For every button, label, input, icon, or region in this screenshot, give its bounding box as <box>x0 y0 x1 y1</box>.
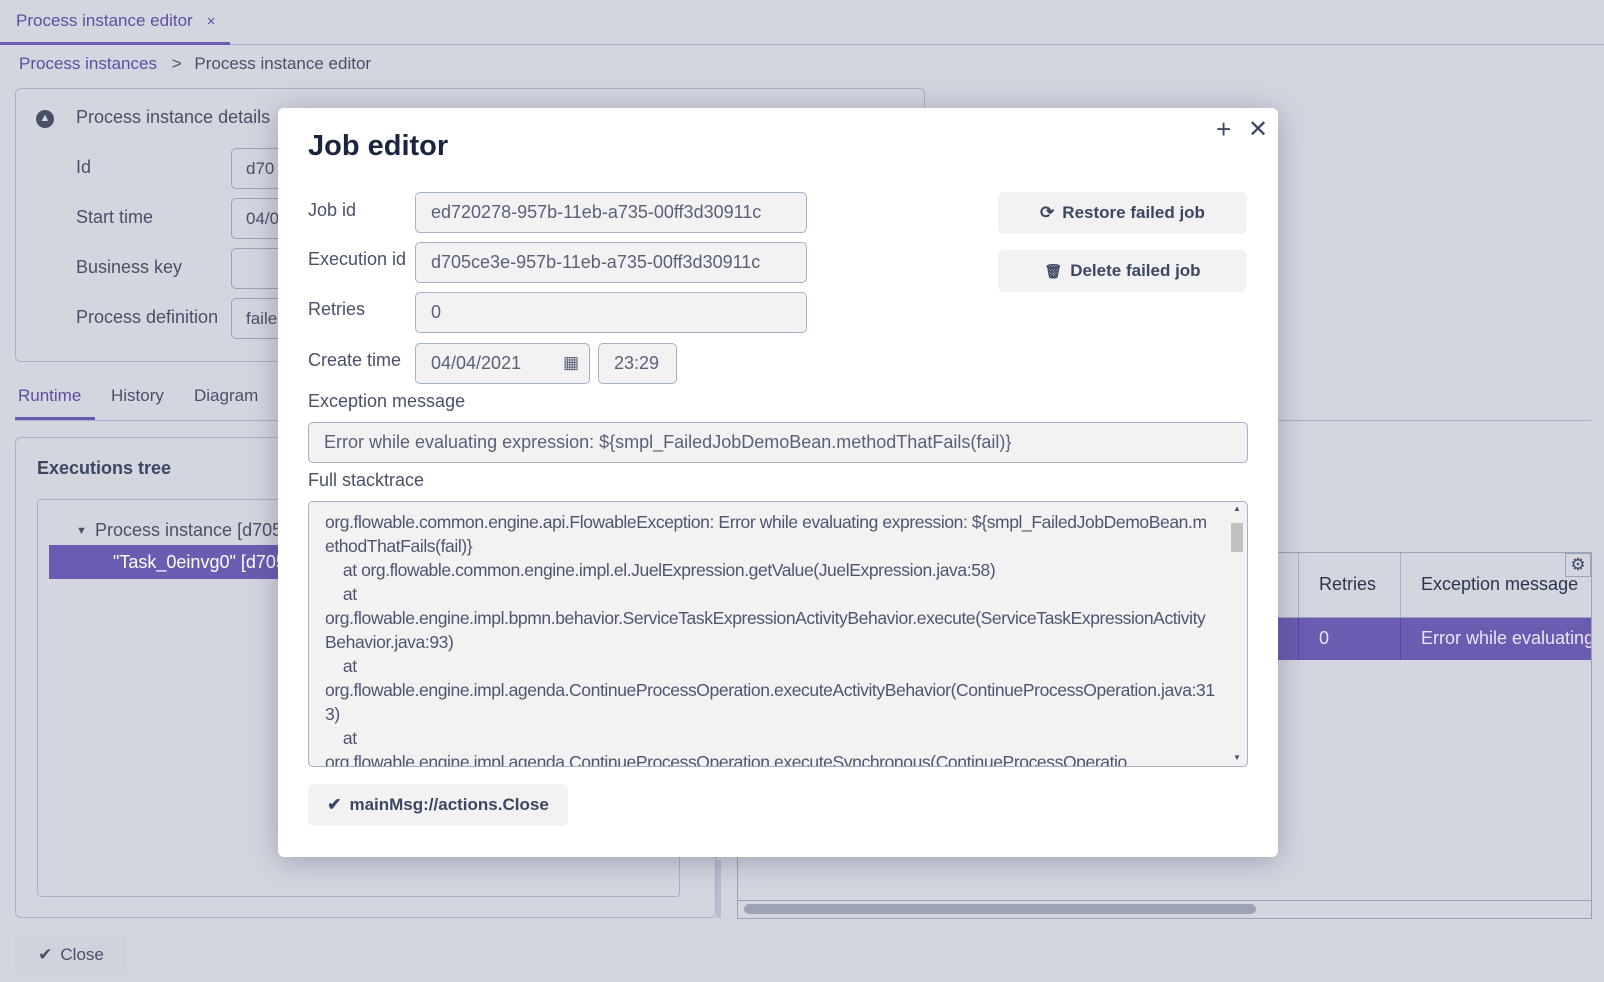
scroll-up-arrow[interactable]: ▲ <box>1233 504 1241 513</box>
check-icon: ✔ <box>327 795 342 814</box>
tab-history[interactable]: History <box>111 386 164 406</box>
tab-close-icon[interactable]: × <box>207 13 216 30</box>
stacktrace-textarea[interactable]: org.flowable.common.engine.api.FlowableE… <box>308 501 1248 767</box>
exception-message-label: Exception message <box>308 391 466 411</box>
refresh-icon: ⟳ <box>1040 203 1055 222</box>
tab-runtime-underline <box>15 417 95 420</box>
row-retries-value: 0 <box>1319 628 1330 648</box>
row-exception-value: Error while evaluating <box>1421 628 1591 648</box>
create-time-label: Create time <box>308 350 402 370</box>
close-button[interactable]: ✔ Close <box>15 934 127 975</box>
job-editor-dialog: Job editor + ✕ Job id ed720278-957b-11eb… <box>278 108 1278 857</box>
execution-id-label: Execution id <box>308 249 407 269</box>
full-stacktrace-label: Full stacktrace <box>308 470 425 490</box>
delete-label: Delete failed job <box>1070 261 1201 280</box>
create-date-field[interactable]: 04/04/2021 ▦ <box>415 343 590 384</box>
breadcrumb: Process instances > Process instance edi… <box>19 54 371 74</box>
breadcrumb-current: Process instance editor <box>194 54 372 73</box>
retries-label: Retries <box>308 299 366 319</box>
header-exception-label: Exception message <box>1421 574 1579 594</box>
vertical-scrollbar[interactable]: ▲ ▼ <box>1227 502 1247 766</box>
split-handle[interactable] <box>716 860 721 918</box>
dialog-close-button[interactable]: ✔ mainMsg://actions.Close <box>308 784 568 826</box>
tab-process-instance-editor[interactable]: Process instance editor × <box>0 0 230 45</box>
row-retries: 0 <box>1299 618 1401 660</box>
restore-label: Restore failed job <box>1062 203 1205 222</box>
process-definition-label: Process definition <box>76 307 219 327</box>
id-label: Id <box>76 157 92 177</box>
calendar-icon[interactable]: ▦ <box>563 353 579 373</box>
breadcrumb-separator: > <box>171 54 182 73</box>
collapse-icon[interactable]: ▲ <box>36 110 54 128</box>
header-retries[interactable]: Retries <box>1299 553 1401 617</box>
tree-item-task-label: "Task_0einvg0" [d705 <box>113 552 286 572</box>
stacktrace-text: org.flowable.common.engine.api.FlowableE… <box>325 512 1215 767</box>
tab-bar <box>0 0 1604 45</box>
trash-icon: 🗑 <box>1044 262 1063 279</box>
maximize-icon[interactable]: + <box>1216 114 1231 145</box>
header-retries-label: Retries <box>1319 574 1377 594</box>
breadcrumb-link-process-instances[interactable]: Process instances <box>19 54 157 73</box>
create-time-field[interactable]: 23:29 <box>598 343 677 384</box>
start-time-label: Start time <box>76 207 154 227</box>
tab-label: Process instance editor <box>16 11 193 30</box>
retries-field[interactable]: 0 <box>415 292 807 333</box>
business-key-label: Business key <box>76 257 183 277</box>
scrollbar-thumb[interactable] <box>1231 523 1243 552</box>
expand-arrow-icon[interactable]: ▼ <box>76 525 87 537</box>
tab-diagram[interactable]: Diagram <box>194 386 258 406</box>
dialog-close-label: mainMsg://actions.Close <box>349 795 549 814</box>
column-settings-gear-icon[interactable]: ⚙ <box>1565 553 1591 577</box>
executions-tree-title: Executions tree <box>37 458 172 478</box>
close-dialog-icon[interactable]: ✕ <box>1248 115 1268 144</box>
create-date-value: 04/04/2021 <box>431 353 522 373</box>
tree-item-process-instance[interactable]: Process instance [d705 <box>95 520 282 541</box>
job-id-field[interactable]: ed720278-957b-11eb-a735-00ff3d30911c <box>415 192 807 233</box>
dialog-title: Job editor <box>308 130 449 162</box>
horizontal-scrollbar[interactable] <box>738 900 1591 918</box>
delete-failed-job-button[interactable]: 🗑 Delete failed job <box>998 250 1247 292</box>
tab-runtime[interactable]: Runtime <box>18 386 81 406</box>
exception-message-field[interactable]: Error while evaluating expression: ${smp… <box>308 422 1248 463</box>
check-icon: ✔ <box>38 944 53 964</box>
restore-failed-job-button[interactable]: ⟳ Restore failed job <box>998 192 1247 234</box>
job-id-label: Job id <box>308 200 357 220</box>
horizontal-scrollbar-thumb[interactable] <box>744 904 1256 914</box>
close-button-label: Close <box>60 944 104 964</box>
scroll-down-arrow[interactable]: ▼ <box>1233 753 1241 762</box>
execution-id-field[interactable]: d705ce3e-957b-11eb-a735-00ff3d30911c <box>415 242 807 283</box>
details-title: Process instance details <box>76 107 271 127</box>
